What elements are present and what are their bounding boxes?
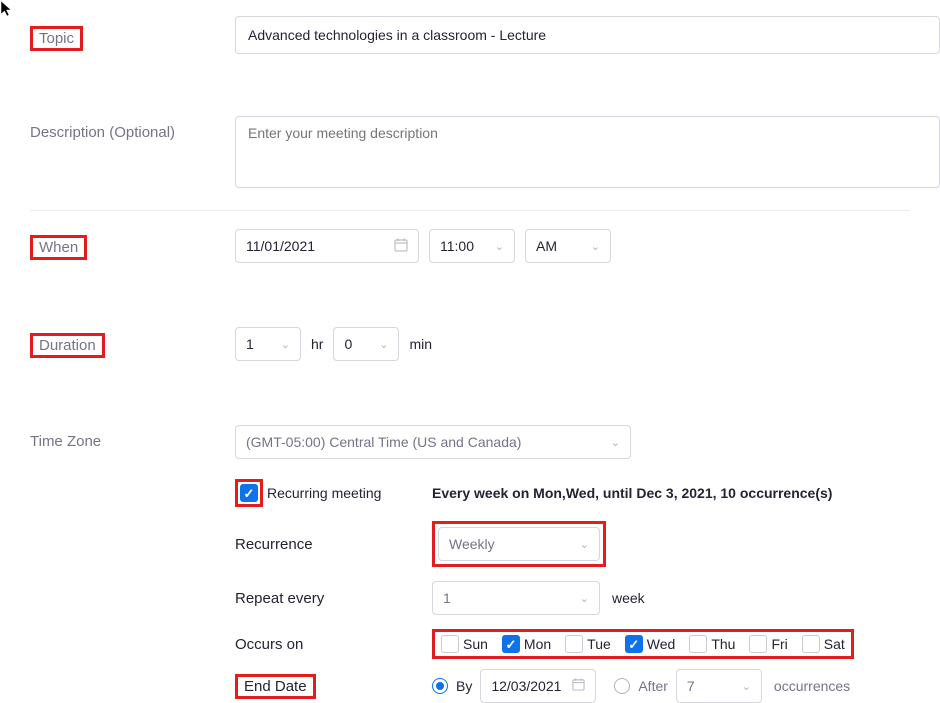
duration-hours-unit: hr (311, 336, 323, 352)
chevron-down-icon: ⌄ (281, 338, 290, 351)
chevron-down-icon: ⌄ (495, 240, 504, 253)
recurring-summary: Every week on Mon,Wed, until Dec 3, 2021… (432, 485, 832, 501)
end-date-label: End Date (235, 674, 316, 699)
chevron-down-icon: ⌄ (742, 680, 751, 693)
day-label: Tue (587, 636, 611, 652)
occurs-on-label: Occurs on (235, 636, 432, 653)
topic-label: Topic (30, 26, 83, 51)
chevron-down-icon: ⌄ (591, 240, 600, 253)
day-label: Mon (524, 636, 551, 652)
recurrence-label: Recurrence (235, 536, 432, 553)
when-time-select[interactable]: 11:00 ⌄ (429, 229, 515, 263)
chevron-down-icon: ⌄ (580, 592, 589, 605)
day-tue[interactable]: Tue (565, 635, 611, 653)
day-checkbox[interactable] (441, 635, 459, 653)
day-label: Wed (647, 636, 676, 652)
day-sun[interactable]: Sun (441, 635, 488, 653)
end-by-label: By (456, 678, 472, 694)
duration-minutes-select[interactable]: 0 ⌄ (333, 327, 399, 361)
day-label: Sun (463, 636, 488, 652)
chevron-down-icon: ⌄ (611, 436, 620, 449)
when-date-picker[interactable]: 11/01/2021 (235, 229, 419, 263)
day-label: Fri (771, 636, 787, 652)
description-label: Description (Optional) (30, 116, 235, 141)
chevron-down-icon: ⌄ (580, 538, 589, 551)
end-after-radio[interactable] (614, 678, 630, 694)
calendar-icon (394, 238, 408, 255)
day-fri[interactable]: Fri (749, 635, 787, 653)
day-checkbox[interactable] (502, 635, 520, 653)
days-of-week-group: Sun Mon Tue Wed Thu Fri Sat (435, 632, 851, 656)
repeat-every-select[interactable]: 1 ⌄ (432, 581, 600, 615)
divider (30, 210, 910, 211)
recurrence-select[interactable]: Weekly ⌄ (438, 527, 600, 561)
duration-minutes-unit: min (409, 336, 432, 352)
day-checkbox[interactable] (689, 635, 707, 653)
end-by-radio[interactable] (432, 678, 448, 694)
timezone-label: Time Zone (30, 425, 235, 450)
day-label: Thu (711, 636, 735, 652)
chevron-down-icon: ⌄ (379, 338, 388, 351)
topic-input[interactable] (235, 16, 940, 54)
end-after-unit: occurrences (774, 678, 850, 694)
day-checkbox[interactable] (625, 635, 643, 653)
recurring-checkbox-label: Recurring meeting (267, 485, 381, 501)
day-checkbox[interactable] (802, 635, 820, 653)
day-sat[interactable]: Sat (802, 635, 845, 653)
calendar-icon (572, 678, 585, 694)
description-textarea[interactable] (235, 116, 940, 188)
repeat-every-label: Repeat every (235, 590, 432, 607)
day-thu[interactable]: Thu (689, 635, 735, 653)
when-label: When (30, 235, 87, 260)
day-mon[interactable]: Mon (502, 635, 551, 653)
duration-label: Duration (30, 333, 105, 358)
day-wed[interactable]: Wed (625, 635, 676, 653)
end-by-date-picker[interactable]: 12/03/2021 (480, 669, 596, 703)
duration-hours-select[interactable]: 1 ⌄ (235, 327, 301, 361)
day-checkbox[interactable] (565, 635, 583, 653)
end-after-label: After (638, 678, 668, 694)
repeat-every-unit: week (612, 590, 645, 606)
timezone-select[interactable]: (GMT-05:00) Central Time (US and Canada)… (235, 425, 631, 459)
recurring-checkbox[interactable] (240, 484, 258, 502)
when-ampm-select[interactable]: AM ⌄ (525, 229, 611, 263)
end-after-count-select[interactable]: 7 ⌄ (676, 669, 762, 703)
day-checkbox[interactable] (749, 635, 767, 653)
day-label: Sat (824, 636, 845, 652)
